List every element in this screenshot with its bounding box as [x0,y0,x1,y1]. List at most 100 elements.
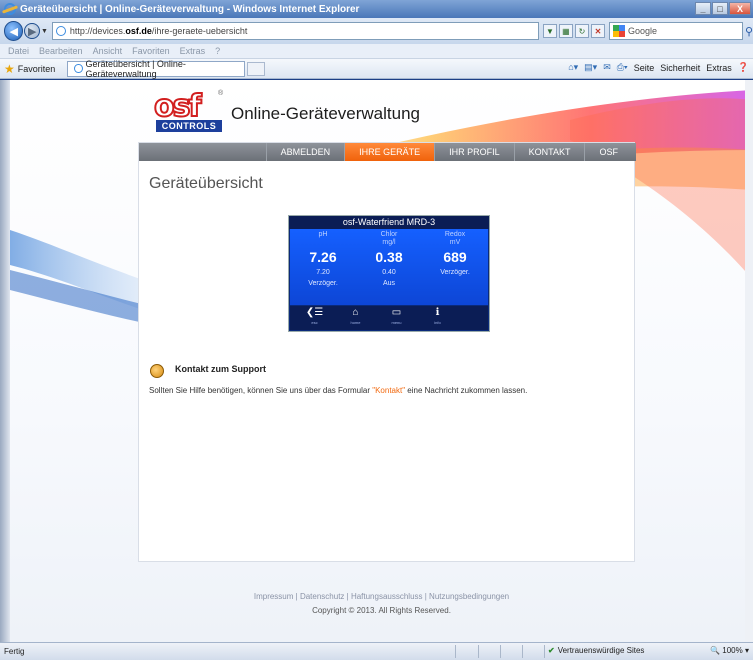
home-icon[interactable]: ⌂ home [345,308,367,328]
new-tab-button[interactable] [247,61,266,76]
registered-mark: ® [218,90,224,97]
measured-value: 0.38 [375,249,403,265]
device-button-bar: ❮☰ esc ⌂ home ▭ menu ℹ info [290,306,488,330]
ie-logo-icon [4,3,16,15]
measured-value: 7.26 [309,249,337,265]
window-edge [0,80,10,642]
support-title: Kontakt zum Support [175,364,266,374]
page-viewport: osf CONTROLS ® Online-Geräteverwaltung A… [10,80,753,642]
url-domain: osf.de [125,26,152,36]
setpoint-value: 7.20 [316,269,330,276]
maximize-button[interactable]: □ [712,2,728,15]
info-icon[interactable]: ℹ info [427,308,449,328]
close-window-button[interactable]: X [729,2,751,15]
mail-icon[interactable]: ✉ [603,62,611,73]
address-tools: ▼ ▦ ↻ ✕ [542,24,605,38]
support-text: Sollten Sie Hilfe benötigen, können Sie … [149,386,528,395]
tab-favicon-icon [74,64,83,73]
device-name: osf-Waterfriend MRD-3 [289,216,489,229]
status-divider [500,645,501,658]
nav-ihre-geraete[interactable]: IHRE GERÄTE [344,143,435,161]
site-title: Online-Geräteverwaltung [231,104,420,123]
print-icon[interactable]: ⎙▾ [617,62,628,73]
tab-current[interactable]: Geräteübersicht | Online-Geräteverwaltun… [67,58,246,79]
measured-value: 689 [443,249,467,265]
search-engine-label: Google [627,26,657,36]
setpoint-value: 0.40 [382,269,396,276]
osf-logo[interactable]: osf CONTROLS ® [153,89,224,136]
menu-ansicht[interactable]: Ansicht [93,46,123,56]
address-input[interactable]: http://devices. osf.de/ihre-geraete-ueber… [51,22,539,40]
menu-bearbeiten[interactable]: Bearbeiten [39,46,83,56]
content-panel: ABMELDEN IHRE GERÄTE IHR PROFIL KONTAKT … [138,142,636,562]
logo-controls-label: CONTROLS [156,120,222,132]
main-nav: ABMELDEN IHRE GERÄTE IHR PROFIL KONTAKT … [139,143,636,161]
url-path: /ihre-geraete-uebersicht [151,26,248,36]
trusted-zone-icon: ✔ [548,646,555,655]
logo-mark: osf [153,89,203,124]
back-icon[interactable]: ❮☰ esc [304,308,326,328]
menu-icon[interactable]: ▭ menu [386,308,408,328]
extras-menu[interactable]: Extras [706,63,732,73]
zoom-control[interactable]: 🔍 100% ▾ [710,646,749,655]
menu-extras[interactable]: Extras [180,46,206,56]
menu-help[interactable]: ? [215,46,220,56]
status-text: Fertig [4,647,25,656]
address-toolbar: ◀ ▶ ▼ http://devices. osf.de/ihre-geraete… [0,18,753,44]
device-column-redox: Redox mV 689 Verzöger. [422,231,488,276]
forward-button[interactable]: ▶ [24,23,41,39]
google-icon [612,25,625,37]
favorites-bar: ★ Favoriten Geräteübersicht | Online-Ger… [0,59,753,79]
column-label: Chlor mg/l [380,231,398,246]
device-column-ph: pH 7.26 7.20 Verzöger. [290,231,356,287]
window-controls: _ □ X [695,2,751,15]
window-title: Geräteübersicht | Online-Geräteverwaltun… [20,3,360,15]
refresh-icon[interactable]: ↻ [574,24,589,38]
device-column-chlor: Chlor mg/l 0.38 0.40 Aus [356,231,422,287]
copyright-text: Copyright © 2013. All Rights Reserved. [312,606,451,615]
help-icon[interactable]: ❓ [738,62,749,73]
window-titlebar: Geräteübersicht | Online-Geräteverwaltun… [0,0,753,18]
minimize-button[interactable]: _ [695,2,711,15]
command-bar: ⌂▾ ▤▾ ✉ ⎙▾ Seite Sicherheit Extras ❓ [568,62,749,73]
search-input[interactable]: Google [608,22,743,40]
menu-bar: Datei Bearbeiten Ansicht Favoriten Extra… [0,44,753,59]
security-zone[interactable]: ✔ Vertrauenswürdige Sites [548,646,644,655]
nav-kontakt[interactable]: KONTAKT [513,143,585,161]
mode-status: Aus [382,280,396,287]
status-divider [522,645,523,658]
zoom-icon: 🔍 [710,646,721,655]
tab-title: Geräteübersicht | Online-Geräteverwaltun… [85,58,186,79]
menu-favoriten[interactable]: Favoriten [132,46,170,56]
security-menu[interactable]: Sicherheit [660,63,700,73]
column-label: pH [318,231,328,238]
search-icon[interactable]: ⚲ [745,25,753,38]
address-dropdown-icon[interactable]: ▼ [542,24,557,38]
column-label: Redox mV [444,231,466,246]
status-divider [455,645,456,658]
page-menu[interactable]: Seite [634,63,655,73]
status-divider [544,645,545,658]
nav-abmelden[interactable]: ABMELDEN [265,143,345,161]
support-headset-icon [150,364,164,378]
feeds-icon[interactable]: ▤▾ [584,62,597,73]
status-divider [478,645,479,658]
page-favicon-icon [55,26,66,36]
page-title: Geräteübersicht [149,175,263,192]
back-button[interactable]: ◀ [4,21,24,41]
favorites-button[interactable]: Favoriten [18,64,56,74]
favorites-star-icon[interactable]: ★ [4,62,15,76]
device-card[interactable]: osf-Waterfriend MRD-3 pH 7.26 7.20 Verzö… [288,215,490,332]
nav-ihr-profil[interactable]: IHR PROFIL [434,143,514,161]
menu-datei[interactable]: Datei [8,46,29,56]
nav-osf[interactable]: OSF [584,143,632,161]
footer-links[interactable]: Impressum | Datenschutz | Haftungsaussch… [10,592,753,601]
kontakt-link[interactable]: "Kontakt" [372,386,405,395]
page-scrollbar[interactable] [745,80,753,642]
home-icon[interactable]: ⌂▾ [568,62,578,73]
stop-icon[interactable]: ✕ [590,24,605,38]
status-bar: Fertig ✔ Vertrauenswürdige Sites 🔍 100% ▾ [0,642,753,660]
url-prefix: http://devices. [69,26,126,36]
history-dropdown[interactable]: ▼ [41,28,49,35]
compatibility-icon[interactable]: ▦ [558,24,573,38]
